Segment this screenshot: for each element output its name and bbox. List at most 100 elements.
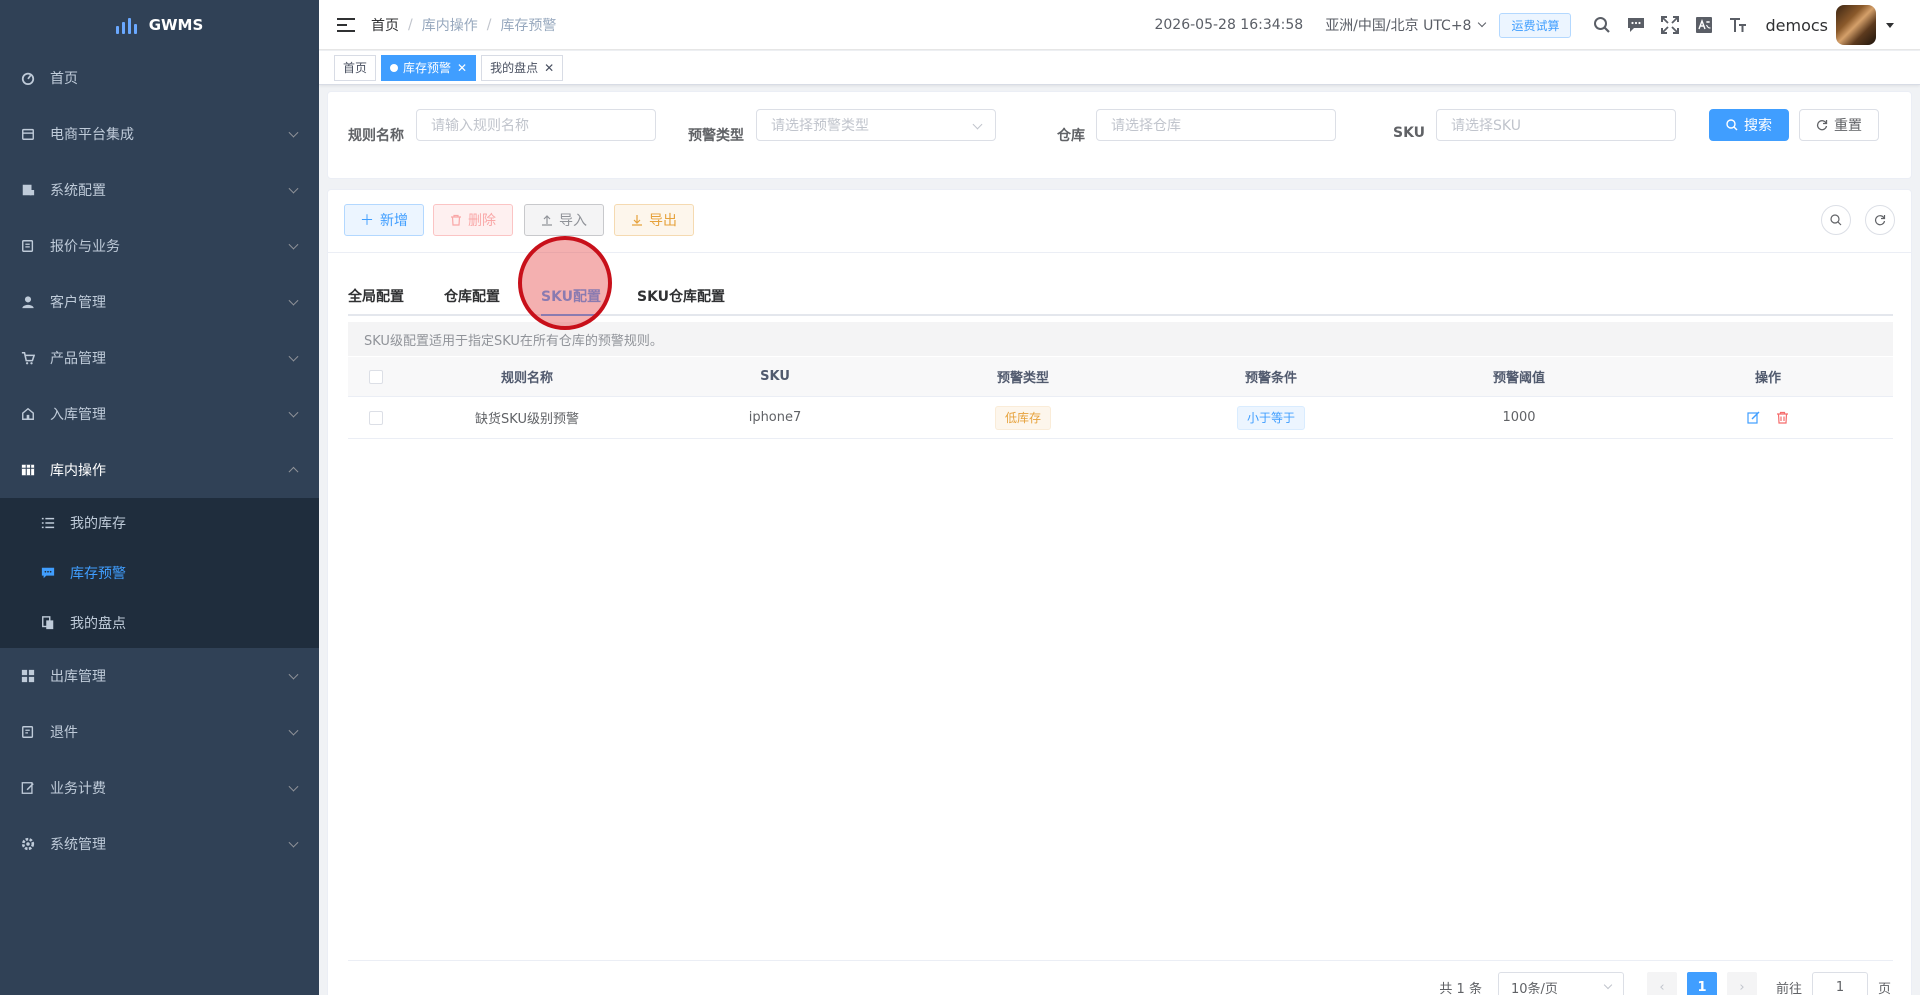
- column-header: SKU: [760, 369, 790, 384]
- search-icon: [1830, 214, 1842, 226]
- datetime: 2026-05-28 16:34:58: [1154, 17, 1304, 33]
- sidebar-item-returns[interactable]: 退件: [0, 704, 319, 760]
- rule-name-input[interactable]: 请输入规则名称: [416, 109, 656, 141]
- copy-icon: [40, 615, 56, 631]
- sidebar-item-home[interactable]: 首页: [0, 50, 319, 106]
- chevron-down-icon: [972, 119, 983, 130]
- edit-icon[interactable]: [1747, 411, 1760, 424]
- toggle-search-button[interactable]: [1821, 205, 1851, 235]
- sidebar-item-system-config[interactable]: 系统配置: [0, 162, 319, 218]
- fee-calculator-button[interactable]: 运费试算: [1499, 12, 1572, 38]
- sidebar-item-label: 出库管理: [50, 669, 106, 685]
- page-number-button[interactable]: 1: [1686, 972, 1717, 995]
- import-button[interactable]: 导入: [524, 204, 604, 236]
- grid-icon: [20, 462, 36, 478]
- column-header: 操作: [1754, 371, 1781, 386]
- avatar[interactable]: [1836, 5, 1876, 45]
- tag-my-stocktake[interactable]: 我的盘点 ✕: [481, 54, 564, 81]
- sidebar-item-label: 系统管理: [50, 837, 106, 853]
- tab-sku-warehouse-config[interactable]: SKU仓库配置: [637, 276, 725, 316]
- condition-tag: 小于等于: [1236, 405, 1305, 430]
- active-dot-icon: [390, 63, 399, 72]
- refresh-icon: [1874, 215, 1886, 226]
- tag-label: 我的盘点: [490, 61, 539, 75]
- breadcrumb-item[interactable]: 首页: [371, 15, 399, 35]
- sidebar-item-quote[interactable]: 报价与业务: [0, 218, 319, 274]
- sidebar-subitem-my-inventory[interactable]: 我的库存: [0, 498, 319, 548]
- message-icon[interactable]: [1619, 0, 1653, 50]
- column-header: 预警阈值: [1492, 371, 1545, 386]
- refresh-button[interactable]: [1865, 205, 1895, 235]
- import-button-label: 导入: [559, 213, 587, 229]
- add-button[interactable]: ＋ 新增: [344, 204, 424, 236]
- username[interactable]: democs: [1765, 16, 1828, 35]
- trash-icon[interactable]: [1776, 411, 1789, 424]
- sidebar-subitem-my-stocktake[interactable]: 我的盘点: [0, 598, 319, 648]
- breadcrumb-item[interactable]: 库内操作: [422, 15, 478, 35]
- delete-button[interactable]: 删除: [433, 204, 513, 236]
- export-button[interactable]: 导出: [614, 204, 694, 236]
- sku-label: SKU: [1393, 125, 1426, 141]
- row-checkbox[interactable]: [368, 410, 383, 425]
- sidebar-item-outbound[interactable]: 出库管理: [0, 648, 319, 704]
- sidebar-item-customer[interactable]: 客户管理: [0, 274, 319, 330]
- threshold-cell: 1000: [1502, 410, 1536, 425]
- submenu-warehouse-ops: 我的库存 库存预警 我的盘点: [0, 498, 319, 648]
- timezone-select[interactable]: 亚洲/中国/北京 UTC+8: [1325, 15, 1487, 35]
- sidebar-subitem-inventory-alert[interactable]: 库存预警: [0, 548, 319, 598]
- apps-icon: [20, 668, 36, 684]
- shop-icon: [20, 126, 36, 142]
- click-marker: [518, 236, 612, 330]
- translate-icon[interactable]: [1687, 0, 1721, 50]
- rules-table: 规则名称 SKU 预警类型 预警条件 预警阈值 操作 缺货SKU级别预警 iph…: [348, 357, 1893, 439]
- sidebar-item-label: 报价与业务: [50, 239, 120, 255]
- row-checkbox-cell: [348, 410, 403, 425]
- search-button[interactable]: 搜索: [1709, 109, 1789, 141]
- warehouse-select[interactable]: 请选择仓库: [1096, 109, 1336, 141]
- sku-cell: iphone7: [748, 410, 802, 425]
- total-count: 共 1 条: [1439, 981, 1482, 995]
- chevron-down-icon: [288, 725, 299, 736]
- tab-global-config[interactable]: 全局配置: [348, 276, 404, 316]
- sku-placeholder: 请选择SKU: [1451, 118, 1521, 134]
- next-page-button[interactable]: ›: [1726, 972, 1757, 995]
- tab-warehouse-config[interactable]: 仓库配置: [444, 276, 500, 316]
- pagination: 共 1 条 10条/页 ‹ 1 › 前往 1 页: [1439, 971, 1891, 995]
- column-header: 规则名称: [500, 371, 553, 386]
- alert-type-tag: 低库存: [994, 405, 1051, 430]
- select-all-checkbox[interactable]: [368, 369, 383, 384]
- sidebar-item-inbound[interactable]: 入库管理: [0, 386, 319, 442]
- goto-label: 前往: [1775, 981, 1802, 995]
- close-icon[interactable]: ✕: [544, 61, 554, 75]
- alert-type-select[interactable]: 请选择预警类型: [756, 109, 996, 141]
- hamburger-icon[interactable]: [337, 17, 355, 32]
- message-icon: [40, 565, 56, 581]
- column-header: 预警条件: [1244, 371, 1297, 386]
- sku-select[interactable]: 请选择SKU: [1436, 109, 1676, 141]
- logo[interactable]: GWMS: [0, 0, 319, 50]
- tags-view: 首页 库存预警 ✕ 我的盘点 ✕: [319, 51, 1920, 85]
- reset-button[interactable]: 重置: [1799, 109, 1879, 141]
- tag-inventory-alert[interactable]: 库存预警 ✕: [381, 54, 477, 81]
- chevron-down-icon: [288, 837, 299, 848]
- tag-home[interactable]: 首页: [334, 54, 377, 81]
- condition-cell: 小于等于: [1147, 405, 1395, 430]
- fullscreen-icon[interactable]: [1653, 0, 1687, 50]
- sidebar-item-product[interactable]: 产品管理: [0, 330, 319, 386]
- gear-icon: [20, 836, 36, 852]
- goto-page-input[interactable]: 1: [1811, 972, 1868, 995]
- close-icon[interactable]: ✕: [457, 61, 467, 75]
- sidebar-item-billing[interactable]: 业务计费: [0, 760, 319, 816]
- sidebar-item-ecommerce[interactable]: 电商平台集成: [0, 106, 319, 162]
- home-icon: [20, 406, 36, 422]
- prev-page-button[interactable]: ‹: [1646, 972, 1677, 995]
- search-icon[interactable]: [1585, 0, 1619, 50]
- font-size-icon[interactable]: [1721, 0, 1755, 50]
- sidebar-item-system-admin[interactable]: 系统管理: [0, 816, 319, 872]
- page-size-select[interactable]: 10条/页: [1497, 972, 1624, 995]
- breadcrumb-separator: /: [486, 16, 492, 33]
- sidebar-item-warehouse-ops[interactable]: 库内操作: [0, 442, 319, 498]
- table-row[interactable]: 缺货SKU级别预警 iphone7 低库存 小于等于 1000: [348, 397, 1893, 439]
- rule-name-cell: 缺货SKU级别预警: [475, 412, 579, 427]
- caret-down-icon[interactable]: [1886, 22, 1894, 28]
